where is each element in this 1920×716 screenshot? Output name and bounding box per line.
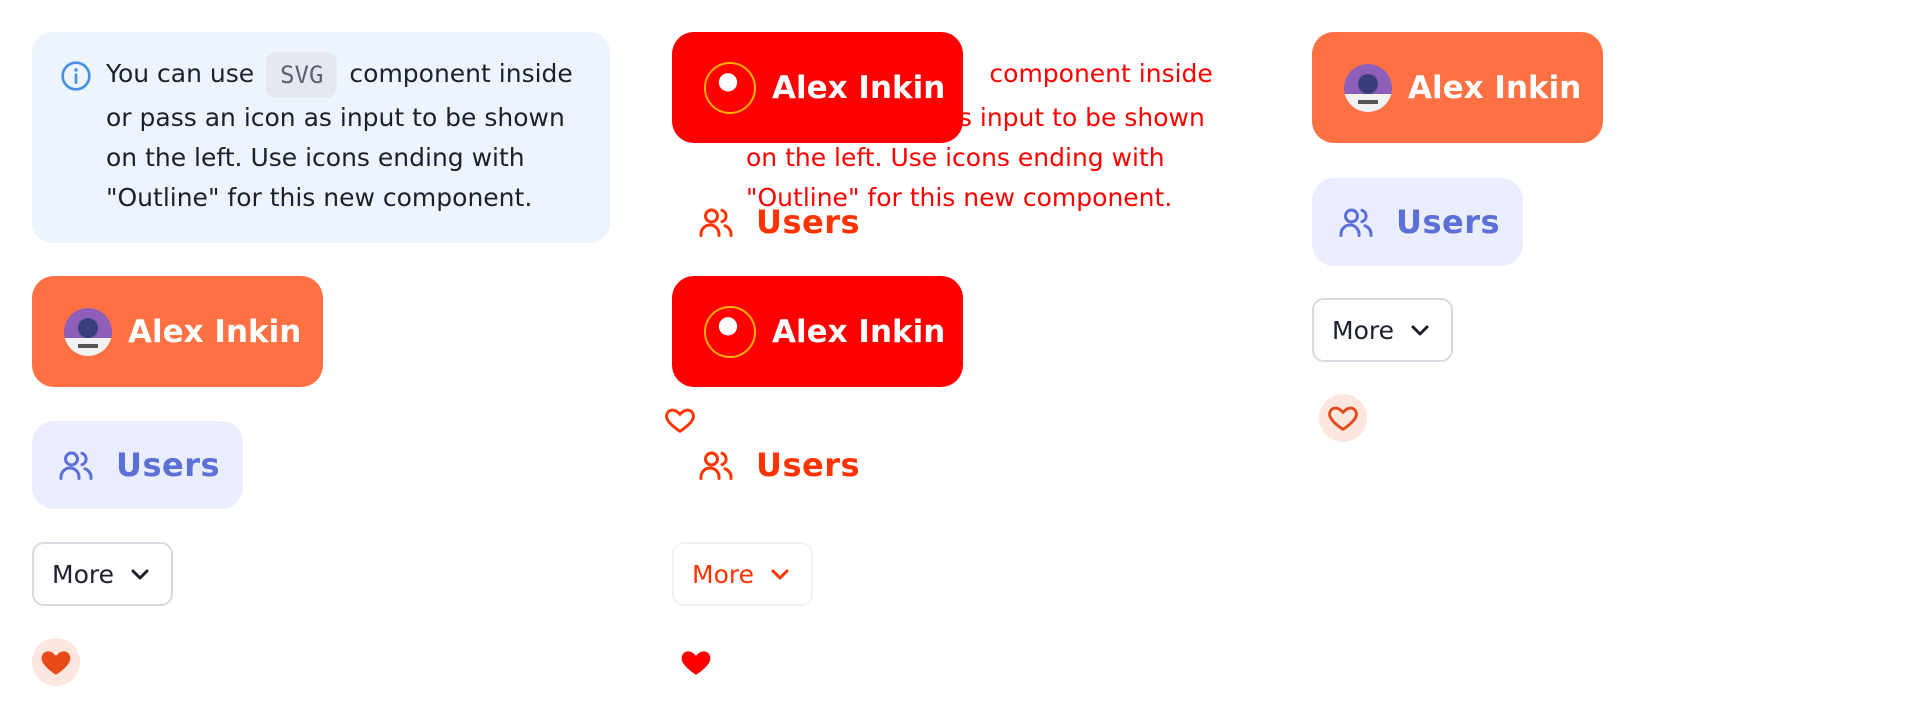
avatar: [704, 61, 756, 114]
user-chip-name: Alex Inkin: [772, 69, 946, 106]
user-chip-name: Alex Inkin: [128, 313, 302, 350]
users-group-icon: [699, 208, 733, 237]
user-chip[interactable]: Alex Inkin: [1312, 32, 1603, 143]
alert-text: You can use SVG component inside or pass…: [106, 32, 610, 243]
chevron-down-icon: [771, 569, 789, 580]
chevron-down-icon: [1411, 325, 1429, 336]
avatar: [1344, 63, 1392, 112]
avatar: [704, 305, 756, 358]
more-label: More: [52, 559, 114, 589]
alert-text-before: You can use: [106, 59, 263, 88]
users-button-highlight-2[interactable]: Users: [672, 421, 883, 509]
users-button-label: Users: [116, 446, 221, 484]
users-group-icon: [1339, 208, 1373, 237]
more-label: More: [1332, 315, 1394, 345]
alert-code: SVG: [266, 52, 338, 98]
more-label: More: [692, 559, 754, 589]
heart-icon: [41, 651, 71, 675]
user-chip[interactable]: Alex Inkin: [32, 276, 323, 387]
info-circle-icon: [61, 61, 91, 91]
column-highlight: You can use SVG component inside or pass…: [640, 0, 1278, 716]
users-group-icon: [59, 451, 93, 480]
avatar: [64, 307, 112, 356]
user-chip-highlight[interactable]: Alex Inkin: [672, 32, 963, 143]
users-button-highlight[interactable]: Users: [672, 178, 883, 266]
column-default: You can use SVG component inside or pass…: [0, 0, 638, 716]
users-button-label: Users: [756, 203, 861, 241]
users-button[interactable]: Users: [1312, 178, 1523, 266]
favorite-button-outline[interactable]: [1319, 394, 1367, 442]
favorite-button[interactable]: [32, 638, 80, 686]
column-compact: Alex Inkin Users More: [1280, 0, 1918, 716]
user-chip-name: Alex Inkin: [1408, 69, 1582, 106]
more-dropdown-highlight[interactable]: More: [672, 542, 813, 606]
more-dropdown[interactable]: More: [32, 542, 173, 606]
users-button-label: Users: [1396, 203, 1501, 241]
heart-icon: [1328, 406, 1358, 431]
heart-icon: [681, 651, 711, 675]
users-button[interactable]: Users: [32, 421, 243, 509]
info-alert: You can use SVG component inside or pass…: [32, 32, 610, 243]
more-dropdown[interactable]: More: [1312, 298, 1453, 362]
user-chip-name: Alex Inkin: [772, 313, 946, 350]
users-group-icon: [699, 451, 733, 480]
user-chip-highlight-2[interactable]: Alex Inkin: [672, 276, 963, 387]
favorite-button-highlight[interactable]: [672, 638, 720, 686]
chevron-down-icon: [131, 569, 149, 580]
users-button-label: Users: [756, 446, 861, 484]
